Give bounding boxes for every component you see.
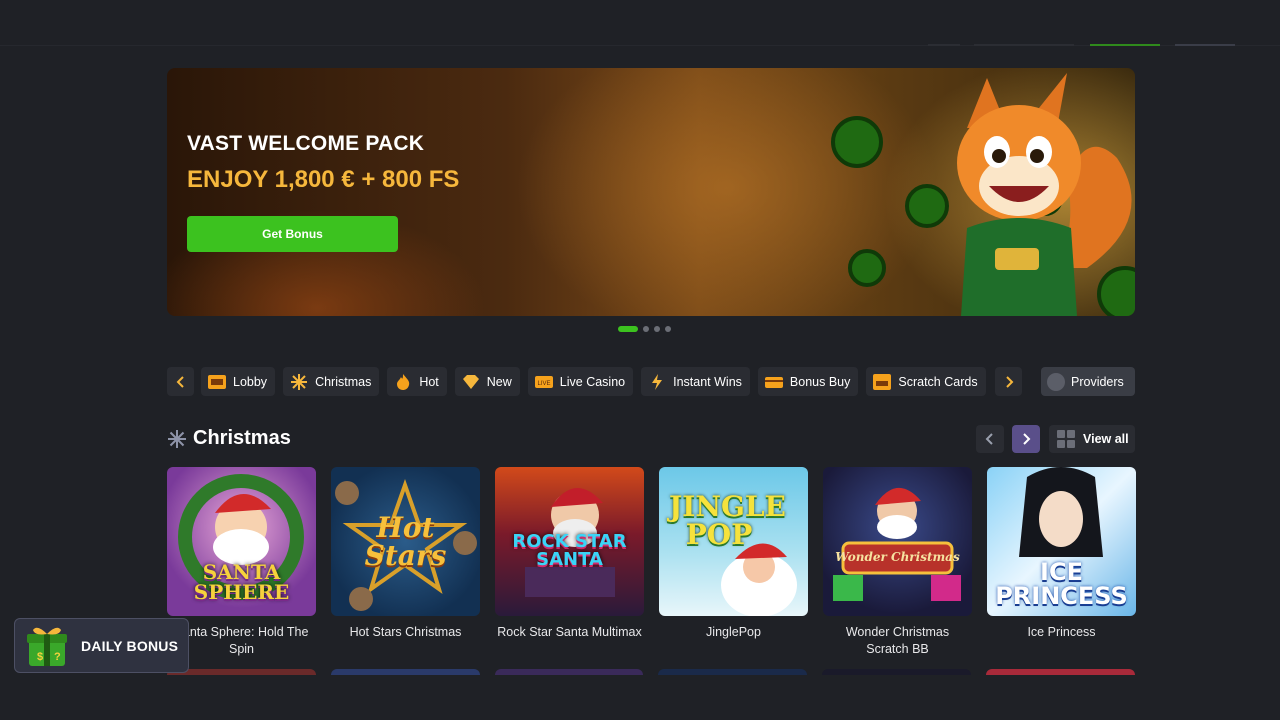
category-label: Hot <box>419 374 439 389</box>
category-new[interactable]: New <box>454 367 520 396</box>
section-title: Christmas <box>193 427 291 449</box>
game-art-title: JINGLE POP <box>669 490 786 551</box>
game-tile[interactable]: ROCK STAR SANTA Rock Star Santa Multimax <box>495 467 644 658</box>
view-all-button[interactable]: View all <box>1049 425 1135 453</box>
game-art-title: Wonder Christmas <box>835 550 960 564</box>
next-row-peek <box>167 669 1135 675</box>
category-label: Lobby <box>233 374 268 389</box>
game-tile[interactable]: ICE PRINCESS Ice Princess <box>987 467 1136 658</box>
svg-text:LIVE: LIVE <box>537 381 550 387</box>
chevron-left-icon <box>176 375 184 388</box>
providers-icon <box>1047 372 1065 391</box>
category-bar: Lobby Christmas Hot New LIVE Live Casino… <box>167 367 1135 396</box>
category-label: Christmas <box>315 374 372 389</box>
banner-title: VAST WELCOME PACK <box>187 132 425 155</box>
game-thumbnail: ICE PRINCESS <box>987 467 1136 616</box>
squirrel-mascot-image <box>831 73 1135 316</box>
scratch-card-icon <box>872 372 892 392</box>
daily-bonus-label: DAILY BONUS <box>81 637 179 654</box>
games-next-button[interactable] <box>1012 425 1040 453</box>
category-instant-wins[interactable]: Instant Wins <box>641 367 750 396</box>
category-prev-button[interactable] <box>167 367 194 396</box>
providers-button[interactable]: Providers <box>1041 367 1135 396</box>
game-thumbnail: ROCK STAR SANTA <box>495 467 644 616</box>
header-divider <box>0 45 1280 46</box>
game-thumbnail-peek <box>658 669 808 675</box>
game-thumbnail: Hot Stars <box>331 467 480 616</box>
gift-box-icon: $ ? <box>27 627 67 666</box>
chevron-right-icon <box>1023 433 1031 445</box>
header-stub-green <box>1090 44 1160 46</box>
category-live-casino[interactable]: LIVE Live Casino <box>527 367 634 396</box>
carousel-dots <box>618 326 671 332</box>
category-christmas[interactable]: Christmas <box>283 367 380 396</box>
game-name: Hot Stars Christmas <box>349 625 462 639</box>
bonus-buy-icon <box>764 372 784 392</box>
carousel-dot-active[interactable] <box>618 326 638 332</box>
banner-subtitle: ENJOY 1,800 € + 800 FS <box>187 166 460 193</box>
live-casino-icon: LIVE <box>534 372 554 392</box>
header-stub <box>974 44 1074 46</box>
get-bonus-button[interactable]: Get Bonus <box>187 216 398 252</box>
game-tile[interactable]: Hot Stars Hot Stars Christmas <box>331 467 480 658</box>
carousel-dot[interactable] <box>665 326 671 332</box>
diamond-icon <box>461 372 481 392</box>
christmas-section-header: Christmas View all <box>167 425 1135 455</box>
carousel-dot[interactable] <box>643 326 649 332</box>
game-art-title: ICE PRINCESS <box>995 558 1128 610</box>
game-art-title: SANTA SPHERE <box>193 560 290 604</box>
game-name: Santa Sphere: Hold The Spin <box>174 625 309 656</box>
game-name: Rock Star Santa Multimax <box>497 625 642 639</box>
promo-banner[interactable]: VAST WELCOME PACK ENJOY 1,800 € + 800 FS… <box>167 68 1135 316</box>
wonder-santa-art <box>833 487 961 601</box>
category-lobby[interactable]: Lobby <box>201 367 276 396</box>
category-label: Scratch Cards <box>898 374 978 389</box>
category-list: Lobby Christmas Hot New LIVE Live Casino… <box>201 367 989 396</box>
game-tile[interactable]: Wonder Christmas Wonder Christmas Scratc… <box>823 467 972 658</box>
game-thumbnail: SANTA SPHERE <box>167 467 316 616</box>
view-all-label: View all <box>1083 432 1129 446</box>
flame-icon <box>393 372 413 392</box>
lightning-icon <box>647 372 667 392</box>
category-label: Live Casino <box>559 374 626 389</box>
game-list: SANTA SPHERE Santa Sphere: Hold The Spin… <box>167 467 1136 658</box>
category-bonus-buy[interactable]: Bonus Buy <box>757 367 859 396</box>
providers-label: Providers <box>1071 374 1124 389</box>
svg-text:$: $ <box>37 651 43 663</box>
slot-machine-icon <box>207 372 227 392</box>
game-thumbnail-peek <box>330 669 480 675</box>
chevron-right-icon <box>1005 375 1013 388</box>
category-scratch-cards[interactable]: Scratch Cards <box>866 367 986 396</box>
game-tile[interactable]: JINGLE POP JinglePop <box>659 467 808 658</box>
game-thumbnail-peek <box>167 669 316 675</box>
category-label: Bonus Buy <box>789 374 851 389</box>
game-thumbnail: Wonder Christmas <box>823 467 972 616</box>
snowflake-icon <box>168 430 186 448</box>
svg-text:?: ? <box>54 651 61 663</box>
header-stub <box>928 44 960 46</box>
game-tile[interactable]: SANTA SPHERE Santa Sphere: Hold The Spin <box>167 467 316 658</box>
game-art-title: ROCK STAR SANTA <box>512 531 627 570</box>
game-name: Wonder Christmas Scratch BB <box>845 625 950 656</box>
header-stub <box>1175 44 1235 46</box>
category-hot[interactable]: Hot <box>387 367 447 396</box>
game-thumbnail-peek <box>986 669 1135 675</box>
grid-icon <box>1057 430 1075 448</box>
category-label: Instant Wins <box>673 374 742 389</box>
game-name: Ice Princess <box>1027 625 1096 639</box>
chevron-left-icon <box>985 433 993 445</box>
category-label: New <box>486 374 512 389</box>
daily-bonus-widget[interactable]: $ ? DAILY BONUS <box>14 618 189 673</box>
game-thumbnail-peek <box>494 669 644 675</box>
category-next-button[interactable] <box>995 367 1022 396</box>
games-prev-button[interactable] <box>976 425 1004 453</box>
game-thumbnail-peek <box>822 669 972 675</box>
game-name: JinglePop <box>706 625 761 639</box>
game-thumbnail: JINGLE POP <box>659 467 808 616</box>
carousel-dot[interactable] <box>654 326 660 332</box>
game-art-title: Hot Stars <box>364 510 447 572</box>
snowflake-icon <box>289 372 309 392</box>
